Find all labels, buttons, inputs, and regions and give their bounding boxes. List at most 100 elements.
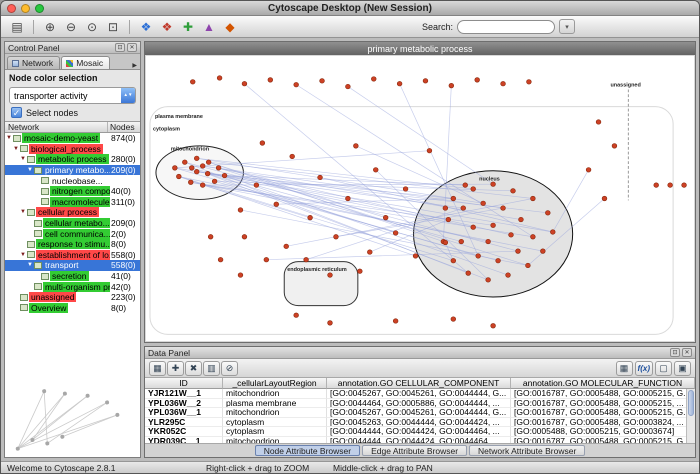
graph-node[interactable] (206, 160, 211, 165)
search-input[interactable] (457, 20, 555, 34)
tree-row[interactable]: ▼biological_process (5, 144, 140, 155)
import-attributes-button[interactable]: ▢ (655, 361, 672, 376)
graph-node[interactable] (318, 175, 323, 180)
vizmapper-button[interactable]: ◆ (220, 18, 240, 36)
tree-row[interactable]: macromolecule...311(0) (5, 197, 140, 208)
graph-node[interactable] (471, 225, 476, 230)
graph-node[interactable] (446, 217, 451, 222)
graph-node[interactable] (471, 187, 476, 192)
tree-row[interactable]: Overview8(0) (5, 303, 140, 314)
graph-node[interactable] (189, 166, 194, 171)
graph-node[interactable] (172, 166, 177, 171)
expander-icon[interactable]: ▼ (19, 209, 27, 215)
tab-overflow-arrow[interactable]: ▶ (130, 62, 139, 69)
graph-node[interactable] (328, 273, 333, 278)
graph-edge[interactable] (348, 87, 493, 185)
graph-node[interactable] (194, 169, 199, 174)
table-cell[interactable]: [GO:0044444, GO:0044424, GO:0044464, ... (327, 437, 511, 443)
graph-node[interactable] (443, 206, 448, 211)
new-attribute-button[interactable]: ✚ (167, 361, 184, 376)
graph-node[interactable] (238, 208, 243, 213)
select-nodes-checkbox[interactable]: ✓ (11, 107, 22, 118)
session-button[interactable]: ▤ (7, 18, 27, 36)
zoom-out-button[interactable]: ⊖ (61, 18, 81, 36)
table-cell[interactable]: [GO:0045267, GO:0045261, GO:0044444, G..… (327, 389, 511, 399)
hide-selected-button[interactable]: ❖ (157, 18, 177, 36)
close-window-button[interactable] (7, 4, 16, 13)
table-cell[interactable]: mitochondrion (223, 437, 327, 443)
graph-node[interactable] (242, 81, 247, 86)
color-attribute-select[interactable]: transporter activity ▲▼ (9, 87, 136, 104)
graph-node[interactable] (423, 79, 428, 84)
table-cell[interactable]: [GO:0016787, GO:0005488, GO:0003824, ... (511, 418, 695, 428)
column-header[interactable]: _cellularLayoutRegion (223, 378, 327, 389)
search-options-button[interactable]: ▾ (559, 19, 575, 34)
scrollbar-thumb[interactable] (688, 390, 694, 416)
graph-node[interactable] (476, 254, 481, 259)
graph-node[interactable] (486, 239, 491, 244)
close-panel-icon[interactable]: ✕ (682, 348, 692, 357)
tree-row[interactable]: response to stimu...8(0) (5, 239, 140, 250)
graph-node[interactable] (242, 234, 247, 239)
graph-node[interactable] (463, 183, 468, 188)
tree-row[interactable]: multi-organism pro...42(0) (5, 281, 140, 292)
graph-node[interactable] (304, 257, 309, 262)
network-canvas[interactable]: plasma membrane cytoplasm mitochondrion … (145, 55, 695, 342)
table-cell[interactable]: plasma membrane (223, 399, 327, 409)
table-cell[interactable]: [GO:0016787, GO:0005488, GO:0005215, ... (511, 399, 695, 409)
graph-node[interactable] (481, 201, 486, 206)
table-cell[interactable]: [GO:0016787, GO:0005488, GO:0005215, G..… (511, 389, 695, 399)
graph-node[interactable] (346, 196, 351, 201)
graph-node[interactable] (383, 215, 388, 220)
graph-node[interactable] (496, 258, 501, 263)
zoom-selected-button[interactable]: ⊙ (82, 18, 102, 36)
graph-node[interactable] (212, 179, 217, 184)
column-header[interactable]: annotation.GO MOLECULAR_FUNCTION (511, 378, 695, 389)
graph-node[interactable] (218, 257, 223, 262)
graph-node[interactable] (596, 120, 601, 125)
tree-row[interactable]: secretion41(0) (5, 271, 140, 282)
table-cell[interactable]: [GO:0044444, GO:0044424, GO:0044464, ... (327, 427, 511, 437)
graph-node[interactable] (284, 244, 289, 249)
table-cell[interactable]: [GO:0016787, GO:0005488, GO:0005215, G..… (511, 437, 695, 443)
graph-node[interactable] (268, 78, 273, 83)
graph-node[interactable] (182, 160, 187, 165)
graph-node[interactable] (308, 215, 313, 220)
graph-node[interactable] (461, 206, 466, 211)
tree-header-nodes[interactable]: Nodes (108, 122, 140, 132)
graph-node[interactable] (208, 234, 213, 239)
table-cell[interactable]: [GO:0016787, GO:0005488, GO:0005215, G..… (511, 408, 695, 418)
graph-node[interactable] (188, 180, 193, 185)
expander-icon[interactable]: ▼ (19, 156, 27, 162)
graph-node[interactable] (612, 144, 617, 149)
tree-row[interactable]: ▼establishment of lo...558(0) (5, 250, 140, 261)
tab-edge-attribute-browser[interactable]: Edge Attribute Browser (362, 445, 467, 456)
graph-node[interactable] (501, 81, 506, 86)
tree-row[interactable]: nitrogen compo...40(0) (5, 186, 140, 197)
expander-icon[interactable]: ▼ (12, 146, 20, 152)
tab-network-attribute-browser[interactable]: Network Attribute Browser (469, 445, 585, 456)
tree-row[interactable]: ▼transport558(0) (5, 260, 140, 271)
graph-node[interactable] (413, 254, 418, 259)
graph-node[interactable] (451, 317, 456, 322)
graph-node[interactable] (668, 183, 673, 188)
graph-node[interactable] (545, 211, 550, 216)
graph-node[interactable] (527, 79, 532, 84)
graph-node[interactable] (540, 249, 545, 254)
expander-icon[interactable]: ▼ (26, 262, 34, 268)
graph-node[interactable] (506, 273, 511, 278)
close-panel-icon[interactable]: ✕ (127, 43, 137, 52)
table-cell[interactable]: YDR039C__1 (145, 437, 223, 443)
graph-edge[interactable] (208, 174, 454, 199)
tree-row[interactable]: ▼cellular process (5, 207, 140, 218)
graph-node[interactable] (367, 250, 372, 255)
graph-node[interactable] (530, 196, 535, 201)
graph-node[interactable] (466, 271, 471, 276)
graph-node[interactable] (501, 206, 506, 211)
table-cell[interactable]: YKR052C (145, 427, 223, 437)
graph-node[interactable] (216, 166, 221, 171)
create-network-button[interactable]: ✚ (178, 18, 198, 36)
graph-node[interactable] (320, 79, 325, 84)
float-panel-icon[interactable]: ⊡ (670, 348, 680, 357)
graph-node[interactable] (346, 84, 351, 89)
